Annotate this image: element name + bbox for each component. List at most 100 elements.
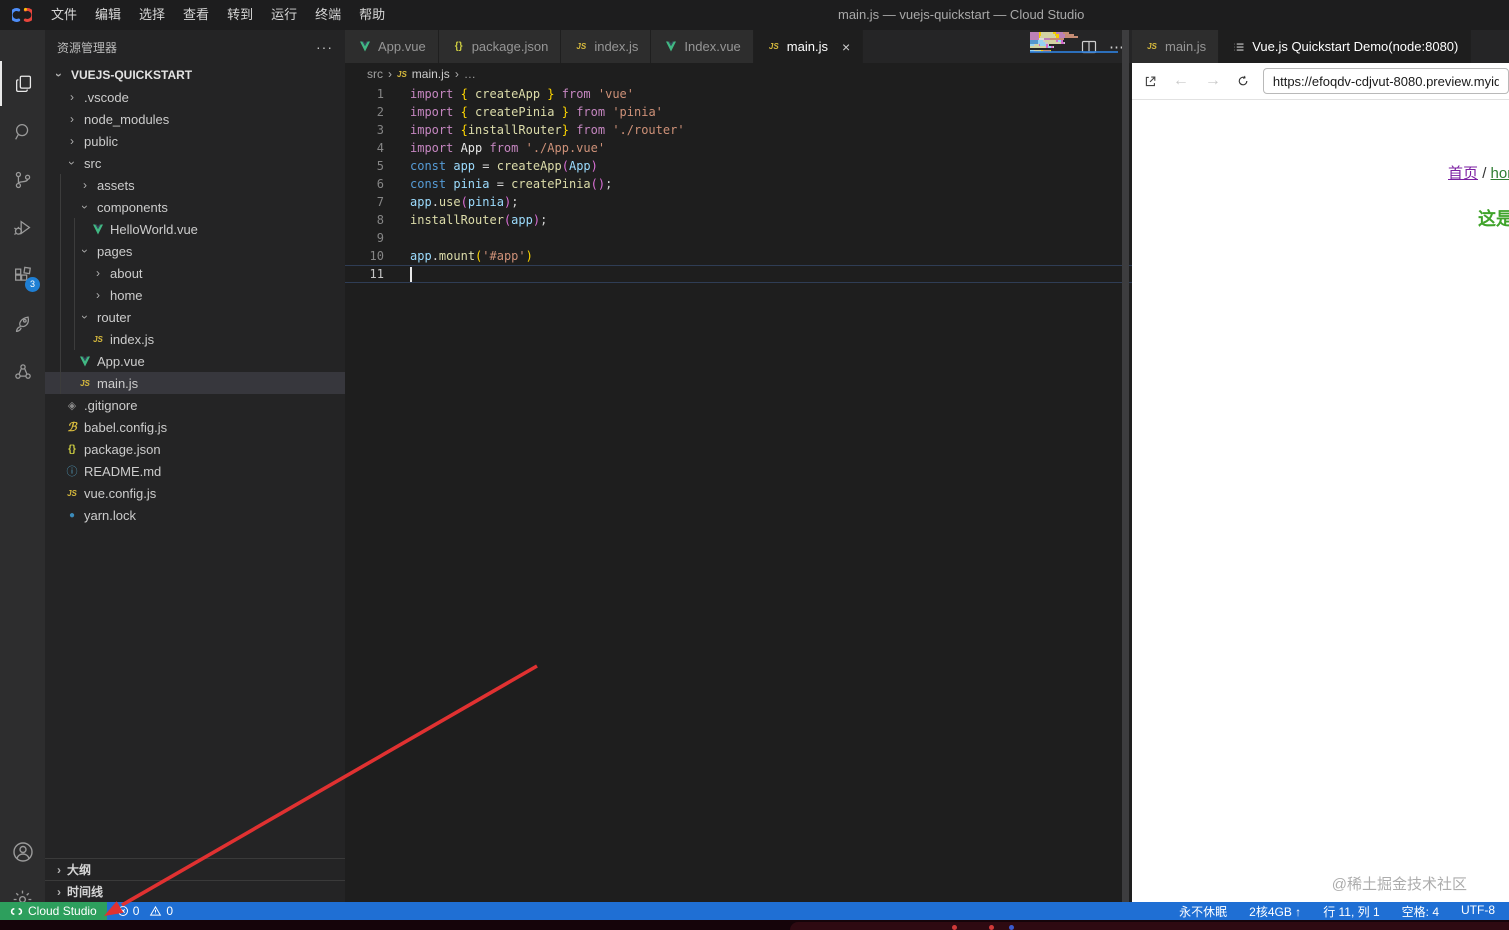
menu-[interactable]: 运行 [262,0,306,30]
menu-bar: 文件 编辑 选择 查看 转到 运行 终端 帮助 [42,0,394,30]
code-line-2[interactable]: 2 import { createPinia } from 'pinia' [345,103,1132,121]
refresh-icon[interactable] [1237,73,1249,89]
preview-heading: 这是 [1478,209,1509,229]
menu-[interactable]: 文件 [42,0,86,30]
tree-item-label: src [84,155,102,171]
forward-icon[interactable]: → [1205,72,1221,90]
code-line-5[interactable]: 5 const app = createApp(App) [345,157,1132,175]
tree-item-app-vue[interactable]: App.vue [45,350,345,372]
line-number: 10 [369,249,384,263]
explorer-icon[interactable] [0,61,45,106]
tree-item-node-modules[interactable]: › node_modules [45,108,345,130]
status-2-4gb[interactable]: 2核4GB ↑ [1249,903,1301,920]
home-link[interactable]: 首页 [1448,165,1478,182]
tree-item-home[interactable]: › home [45,284,345,306]
blue-dot [1009,925,1014,930]
tree-item-pages[interactable]: › pages [45,240,345,262]
tab-package-json[interactable]: {} package.json [438,30,562,63]
page-link[interactable]: home [1491,165,1509,182]
more-actions-icon[interactable]: ··· [316,39,333,55]
tree-item-about[interactable]: › about [45,262,345,284]
status-[interactable]: 永不休眠 [1179,903,1227,920]
tree-item-index-js[interactable]: JS index.js [45,328,345,350]
tree-item-components[interactable]: › components [45,196,345,218]
tree-item-helloworld-vue[interactable]: HelloWorld.vue [45,218,345,240]
code-line-10[interactable]: 10 app.mount('#app') [345,247,1132,265]
tree-item-public[interactable]: › public [45,130,345,152]
menu-[interactable]: 转到 [218,0,262,30]
title-bar: 文件 编辑 选择 查看 转到 运行 终端 帮助 main.js — vuejs-quickst… [0,0,1509,30]
tree-item-gitignore[interactable]: ◈ .gitignore [45,394,345,416]
tree-item-vscode[interactable]: › .vscode [45,86,345,108]
tree-item-label: main.js [97,375,139,391]
code-line-9[interactable]: 9 [345,229,1132,247]
breadcrumb[interactable]: src › JS main.js › … [345,63,1132,85]
menu-[interactable]: 终端 [306,0,350,30]
editor-tab-bar: App.vue {} package.json JS index.js Index.vue… [345,30,1132,63]
indent-guide [74,218,75,350]
tree-item-src[interactable]: › src [45,152,345,174]
cloud-studio-mark-icon [10,907,23,915]
back-icon[interactable]: ← [1173,72,1189,90]
menu-[interactable]: 查看 [174,0,218,30]
tree-item-babel-config-js[interactable]: ℬbabel.config.js [45,416,345,438]
chevron-right-icon: › [70,134,74,148]
url-input[interactable] [1262,68,1509,94]
tree-item-label: package.json [84,441,161,457]
preview-tab-main-js[interactable]: JS main.js [1132,30,1220,63]
tab-index-js[interactable]: JS index.js [561,30,652,63]
tree-item-vue-config-js[interactable]: JS vue.config.js [45,482,345,504]
code-line-1[interactable]: 1 import { createApp } from 'vue' [345,85,1132,103]
chevron-right-icon: › [388,67,392,81]
tree-root[interactable]: › VUEJS-QUICKSTART [45,64,345,86]
code-line-3[interactable]: 3 import {installRouter} from './router' [345,121,1132,139]
tab-label: index.js [594,39,639,54]
code-line-11[interactable]: 11 [345,265,1132,283]
status-11-1[interactable]: 行 11, 列 1 [1323,903,1379,920]
line-number: 4 [376,141,384,155]
remote-indicator[interactable]: Cloud Studio [0,902,107,920]
code-line-4[interactable]: 4 import App from './App.vue' [345,139,1132,157]
open-external-icon[interactable] [1144,73,1157,90]
tree-item-assets[interactable]: › assets [45,174,345,196]
extensions-icon[interactable]: 3 [0,253,45,298]
tab-main-js[interactable]: JS main.js × [753,30,864,63]
timeline-section[interactable]: › 时间线 [45,880,345,902]
preview-toolbar: ← → [1132,63,1509,100]
tab-app-vue[interactable]: App.vue [345,30,439,63]
source-control-icon[interactable] [0,157,45,202]
outline-section[interactable]: › 大纲 [45,858,345,880]
rocket-icon[interactable] [0,301,45,346]
preview-tab-vue-js-quickstart-demo-node-8080[interactable]: Vue.js Quickstart Demo(node:8080) [1219,30,1472,63]
account-icon[interactable] [0,829,45,874]
close-icon[interactable]: × [842,39,850,55]
tree-item-label: assets [97,177,135,193]
code-editor[interactable]: 1 import { createApp } from 'vue' 2 import … [345,85,1132,902]
menu-[interactable]: 编辑 [86,0,130,30]
status-4[interactable]: 空格: 4 [1402,903,1439,920]
tree-item-package-json[interactable]: {} package.json [45,438,345,460]
code-line-7[interactable]: 7 app.use(pinia); [345,193,1132,211]
run-debug-icon[interactable] [0,205,45,250]
tab-index-vue[interactable]: Index.vue [651,30,754,63]
minimap-cursor-line [1030,51,1118,53]
editor-scrollbar[interactable] [1122,30,1129,902]
tree-item-router[interactable]: › router [45,306,345,328]
problems-indicator[interactable]: 0 0 [117,904,173,918]
code-line-8[interactable]: 8 installRouter(app); [345,211,1132,229]
json-file-icon: {} [68,443,76,455]
cloud-studio-logo-icon [12,7,32,22]
menu-[interactable]: 帮助 [350,0,394,30]
tree-item-yarn-lock[interactable]: ● yarn.lock [45,504,345,526]
line-content: const pinia = createPinia(); [410,177,613,191]
collaboration-icon[interactable] [0,349,45,394]
tab-label: Vue.js Quickstart Demo(node:8080) [1252,39,1459,54]
status-utf-8[interactable]: UTF-8 [1461,903,1495,920]
code-line-6[interactable]: 6 const pinia = createPinia(); [345,175,1132,193]
tree-item-main-js[interactable]: JS main.js [45,372,345,394]
search-icon[interactable] [0,109,45,154]
line-number: 2 [376,105,384,119]
menu-[interactable]: 选择 [130,0,174,30]
tree-item-readme-md[interactable]: ⓘ README.md [45,460,345,482]
tree-item-label: node_modules [84,111,170,127]
